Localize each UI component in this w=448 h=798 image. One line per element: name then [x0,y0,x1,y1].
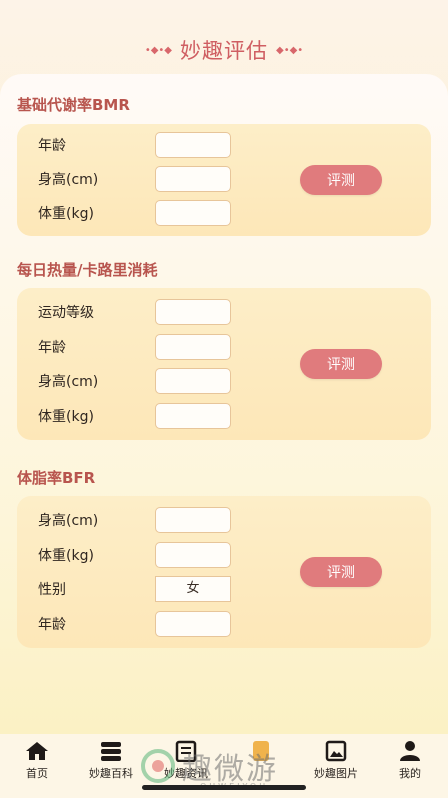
bfr-weight-input[interactable] [155,542,231,568]
field-label: 身高(cm) [38,172,99,188]
calorie-activity-row: 运动等级 [38,299,231,325]
bmr-evaluate-button[interactable]: 评测 [300,165,382,195]
field-label: 体重(kg) [38,206,94,222]
bfr-age-row: 年龄 [38,611,231,637]
calorie-age-row: 年龄 [38,334,231,360]
bfr-height-row: 身高(cm) [38,507,231,533]
section-title-calorie: 每日热量/卡路里消耗 [17,261,158,279]
field-label: 年龄 [38,617,66,633]
bfr-evaluate-button[interactable]: 评测 [300,557,382,587]
home-indicator [142,785,306,790]
page-title: 妙趣评估 [180,39,268,63]
field-label: 年龄 [38,138,66,154]
section-title-bfr: 体脂率BFR [17,469,96,487]
field-label: 身高(cm) [38,374,99,390]
tab-me[interactable]: 我的 [378,740,442,781]
tab-label: 首页 [26,767,48,780]
user-icon [400,741,420,761]
section-title-bmr: 基础代谢率BMR [17,96,130,114]
tab-home[interactable]: 首页 [5,740,69,781]
watermark-logo-icon [141,749,175,783]
book-icon [101,742,121,761]
field-label: 体重(kg) [38,409,94,425]
tab-label: 我的 [399,767,421,780]
bfr-height-input[interactable] [155,507,231,533]
bfr-card: 身高(cm) 体重(kg) 性别 女 年龄 评测 [17,496,431,648]
bmr-height-row: 身高(cm) [38,166,231,192]
calorie-age-input[interactable] [155,334,231,360]
calorie-height-row: 身高(cm) [38,368,231,394]
content-panel: 基础代谢率BMR 年龄 身高(cm) 体重(kg) 评测 每日热量/卡路里消耗 … [0,74,448,734]
home-icon [26,742,48,760]
bfr-gender-row: 性别 女 [38,576,231,602]
tab-label: 妙趣百科 [89,767,133,780]
bmr-card: 年龄 身高(cm) 体重(kg) 评测 [17,124,431,236]
bmr-weight-row: 体重(kg) [38,200,231,226]
field-label: 体重(kg) [38,548,94,564]
field-label: 年龄 [38,340,66,356]
calorie-card: 运动等级 年龄 身高(cm) 体重(kg) 评测 [17,288,431,440]
bfr-gender-select[interactable]: 女 [155,576,231,602]
bmr-age-input[interactable] [155,132,231,158]
bmr-age-row: 年龄 [38,132,231,158]
page-header: •◆•◆ 妙趣评估 ◆•◆• [0,30,448,70]
header-deco-right: ◆•◆• [276,44,304,56]
calorie-weight-input[interactable] [155,403,231,429]
bfr-age-input[interactable] [155,611,231,637]
bmr-weight-input[interactable] [155,200,231,226]
field-label: 运动等级 [38,305,94,321]
field-label: 性别 [38,582,66,598]
header-deco-left: •◆•◆ [144,44,172,56]
bfr-weight-row: 体重(kg) [38,542,231,568]
bmr-height-input[interactable] [155,166,231,192]
tab-encyclopedia[interactable]: 妙趣百科 [79,740,143,781]
calorie-weight-row: 体重(kg) [38,403,231,429]
field-label: 身高(cm) [38,513,99,529]
calorie-height-input[interactable] [155,368,231,394]
calorie-evaluate-button[interactable]: 评测 [300,349,382,379]
calorie-activity-input[interactable] [155,299,231,325]
